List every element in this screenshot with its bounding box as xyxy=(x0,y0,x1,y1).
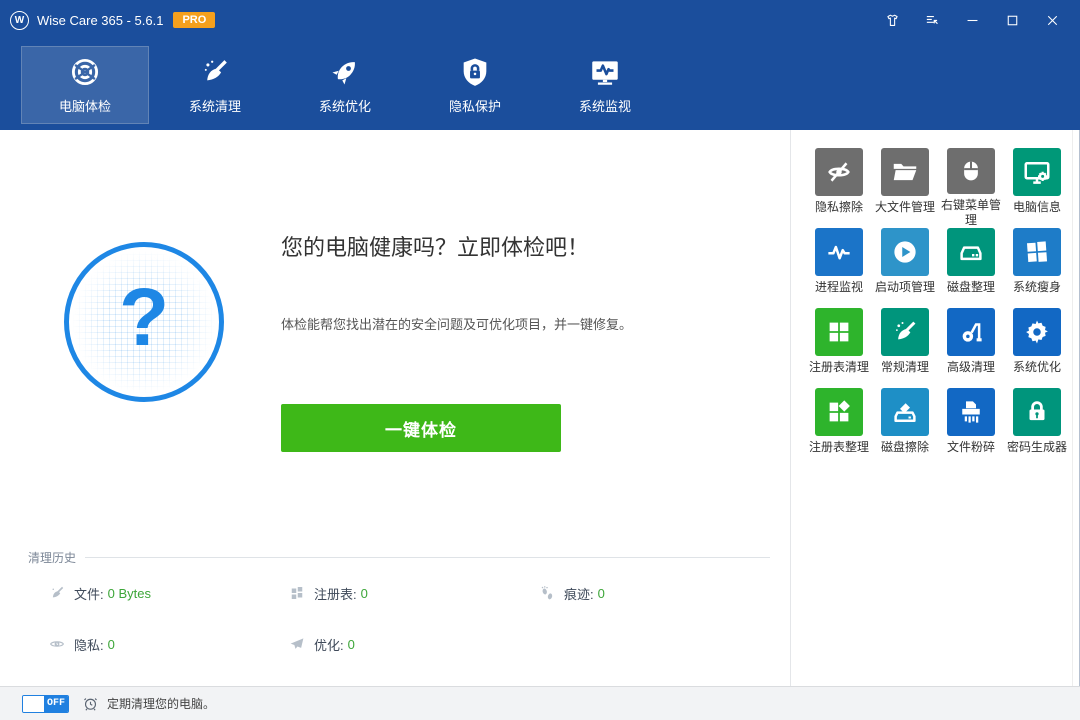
statusbar: OFF 定期清理您的电脑。 xyxy=(0,686,1080,720)
tool-privacy-eraser[interactable]: 隐私擦除 xyxy=(806,148,872,228)
folder-icon xyxy=(881,148,929,196)
tool-system-slimming[interactable]: 系统瘦身 xyxy=(1004,228,1070,308)
pro-badge[interactable]: PRO xyxy=(173,12,215,28)
sidebar-scrollbar[interactable] xyxy=(1072,130,1073,686)
checkup-subtitle: 体检能帮您找出潜在的安全问题及可优化项目，并一键修复。 xyxy=(281,314,632,333)
rocket-icon xyxy=(328,55,362,89)
stat-registry: 注册表: 0 xyxy=(288,583,368,603)
tab-system-cleaner[interactable]: 系统清理 xyxy=(151,46,279,124)
stat-tuneup: 优化: 0 xyxy=(288,634,355,654)
shredder-icon xyxy=(947,388,995,436)
stat-traces: 痕迹: 0 xyxy=(538,583,605,603)
paper-plane-icon xyxy=(288,635,306,653)
broom-icon xyxy=(881,308,929,356)
statusbar-message: 定期清理您的电脑。 xyxy=(107,695,215,712)
checkup-panel: ? 您的电脑健康吗？立即体检吧！ 体检能帮您找出潜在的安全问题及可优化项目，并一… xyxy=(0,130,790,686)
hdd-icon xyxy=(947,228,995,276)
scan-icon xyxy=(68,55,102,89)
monitor-gear-icon xyxy=(1013,148,1061,196)
stat-files: 文件: 0 Bytes xyxy=(48,583,151,603)
window-panes-icon xyxy=(1013,228,1061,276)
toggle-state-label: OFF xyxy=(44,696,68,712)
cleanup-history-title: 清理历史 xyxy=(28,549,76,566)
one-key-checkup-button[interactable]: 一键体检 xyxy=(281,404,561,452)
tab-privacy-protector[interactable]: 隐私保护 xyxy=(411,46,539,124)
tool-file-shredder[interactable]: 文件粉碎 xyxy=(938,388,1004,468)
alarm-clock-icon xyxy=(82,695,99,712)
eye-off-icon xyxy=(815,148,863,196)
mouse-icon xyxy=(947,148,995,194)
menu-icon[interactable] xyxy=(912,0,952,40)
health-status-circle: ? xyxy=(64,242,224,402)
history-divider xyxy=(85,557,770,558)
tools-sidebar: 隐私擦除 大文件管理 右键菜单管理 电脑信息 进程监视 xyxy=(791,130,1072,686)
gear-icon xyxy=(1013,308,1061,356)
vacuum-icon xyxy=(947,308,995,356)
tool-context-menu-manager[interactable]: 右键菜单管理 xyxy=(938,148,1004,228)
monitor-pulse-icon xyxy=(588,55,622,89)
tool-big-file-manager[interactable]: 大文件管理 xyxy=(872,148,938,228)
toggle-knob xyxy=(23,696,44,712)
scheduled-clean-toggle[interactable]: OFF xyxy=(22,695,69,713)
stat-privacy: 隐私: 0 xyxy=(48,634,115,654)
pulse-icon xyxy=(815,228,863,276)
app-title: Wise Care 365 - 5.6.1 xyxy=(37,13,163,28)
tool-system-tuneup[interactable]: 系统优化 xyxy=(1004,308,1070,388)
tool-registry-defrag[interactable]: 注册表整理 xyxy=(806,388,872,468)
broom-icon xyxy=(48,584,66,602)
tool-registry-cleaner[interactable]: 注册表清理 xyxy=(806,308,872,388)
tab-pc-checkup[interactable]: 电脑体检 xyxy=(21,46,149,124)
play-icon xyxy=(881,228,929,276)
theme-shirt-icon[interactable] xyxy=(872,0,912,40)
grid-icon xyxy=(815,308,863,356)
main-nav: 电脑体检 系统清理 系统优化 xyxy=(0,40,1080,130)
tool-process-monitor[interactable]: 进程监视 xyxy=(806,228,872,308)
registry-blocks-icon xyxy=(288,584,306,602)
tool-pc-info[interactable]: 电脑信息 xyxy=(1004,148,1070,228)
app-logo-icon: W xyxy=(10,11,29,30)
tool-disk-eraser[interactable]: 磁盘擦除 xyxy=(872,388,938,468)
minimize-button[interactable] xyxy=(952,0,992,40)
tool-password-generator[interactable]: 密码生成器 xyxy=(1004,388,1070,468)
eye-clock-icon xyxy=(48,635,66,653)
checkup-heading: 您的电脑健康吗？立即体检吧！ xyxy=(281,230,589,262)
tool-common-cleaner[interactable]: 常规清理 xyxy=(872,308,938,388)
tab-system-monitor[interactable]: 系统监视 xyxy=(541,46,669,124)
lock-icon xyxy=(1013,388,1061,436)
maximize-button[interactable] xyxy=(992,0,1032,40)
disk-eraser-icon xyxy=(881,388,929,436)
close-button[interactable] xyxy=(1032,0,1072,40)
tool-advanced-cleaner[interactable]: 高级清理 xyxy=(938,308,1004,388)
footprint-icon xyxy=(538,584,556,602)
grid-diamond-icon xyxy=(815,388,863,436)
shield-lock-icon xyxy=(458,55,492,89)
tab-system-tuneup[interactable]: 系统优化 xyxy=(281,46,409,124)
titlebar: W Wise Care 365 - 5.6.1 PRO xyxy=(0,0,1080,40)
tool-disk-defrag[interactable]: 磁盘整理 xyxy=(938,228,1004,308)
wise-care-window: W Wise Care 365 - 5.6.1 PRO xyxy=(0,0,1080,720)
question-mark: ? xyxy=(69,247,219,397)
tool-startup-manager[interactable]: 启动项管理 xyxy=(872,228,938,308)
broom-icon xyxy=(198,55,232,89)
